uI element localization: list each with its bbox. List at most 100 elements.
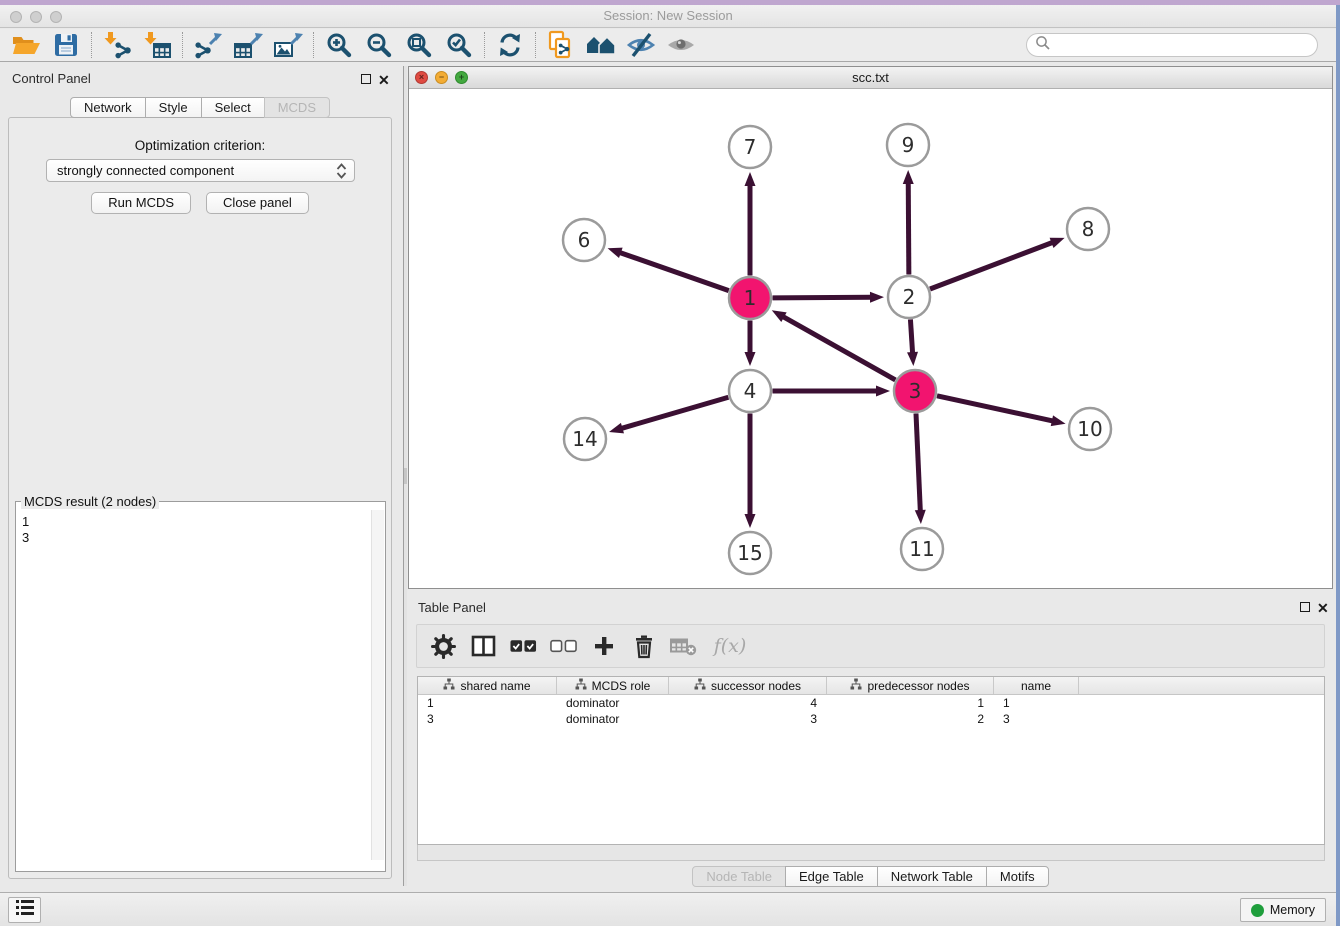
save-session-icon[interactable] [46,30,86,60]
table-cell[interactable]: 1 [418,695,557,711]
search-input[interactable] [1055,38,1305,53]
open-file-icon[interactable] [6,30,46,60]
task-history-button[interactable] [8,897,41,923]
criterion-value: strongly connected component [57,163,234,178]
tab-edge-table[interactable]: Edge Table [785,866,878,887]
run-mcds-button[interactable]: Run MCDS [91,192,191,214]
edge-2-9[interactable] [908,182,909,275]
panel-splitter[interactable] [403,66,407,886]
toolbar-separator [313,32,314,58]
network-canvas[interactable]: 1234678910111415 [409,90,1332,588]
export-image-icon[interactable] [268,30,308,60]
zoom-out-icon[interactable] [359,30,399,60]
tab-mcds[interactable]: MCDS [264,97,330,118]
toolbar-separator [535,32,536,58]
close-table-panel-icon[interactable]: ✕ [1317,601,1329,615]
zoom-in-icon[interactable] [319,30,359,60]
edge-2-3[interactable] [910,319,912,354]
table-cell[interactable]: dominator [557,711,669,727]
table-footer-strip [417,845,1325,861]
window-titlebar[interactable]: Session: New Session [0,5,1336,28]
edge-arrowhead-4-3 [876,386,890,397]
network-view-window: ×−+ scc.txt 1234678910111415 [408,66,1333,589]
float-table-panel-icon[interactable] [1300,602,1310,612]
column-header-name[interactable]: name [994,677,1079,694]
edge-arrowhead-1-2 [870,292,884,303]
tab-select[interactable]: Select [201,97,265,118]
tab-motifs[interactable]: Motifs [986,866,1049,887]
import-table-icon[interactable] [137,30,177,60]
hide-selected-icon[interactable] [621,30,661,60]
edge-2-8[interactable] [930,242,1053,289]
table-cell[interactable]: 1 [994,695,1079,711]
window-title: Session: New Session [0,8,1336,23]
mcds-result-box: MCDS result (2 nodes) 13 [15,494,386,872]
deselect-all-checkboxes-icon[interactable] [550,633,577,660]
close-panel-icon[interactable]: ✕ [378,73,390,87]
column-header-predecessor-nodes[interactable]: predecessor nodes [827,677,994,694]
split-columns-icon[interactable] [470,633,497,660]
zoom-selected-icon[interactable] [439,30,479,60]
minimize-network-window-icon[interactable]: − [435,71,448,84]
toolbar-separator [91,32,92,58]
export-table-icon[interactable] [228,30,268,60]
close-panel-button[interactable]: Close panel [206,192,309,214]
tab-style[interactable]: Style [145,97,202,118]
memory-button[interactable]: Memory [1240,898,1326,922]
close-network-window-icon[interactable]: × [415,71,428,84]
add-column-icon[interactable] [590,633,617,660]
edge-3-1[interactable] [782,316,895,380]
search-icon [1035,35,1050,55]
node-label-10: 10 [1077,417,1102,441]
toolbar-separator [484,32,485,58]
edge-3-10[interactable] [937,396,1054,421]
float-panel-icon[interactable] [361,74,371,84]
table-cell[interactable]: 4 [669,695,827,711]
import-network-icon[interactable] [97,30,137,60]
node-label-11: 11 [909,537,934,561]
column-header-shared-name[interactable]: shared name [418,677,557,694]
column-header-mcds-role[interactable]: MCDS role [557,677,669,694]
column-header-successor-nodes[interactable]: successor nodes [669,677,827,694]
zoom-fit-icon[interactable] [399,30,439,60]
edge-1-6[interactable] [619,252,729,290]
table-cell[interactable]: 1 [827,695,994,711]
table-cell[interactable]: 3 [418,711,557,727]
tree-sort-icon [694,678,706,693]
first-neighbors-icon[interactable] [581,30,621,60]
desktop-edge-right [1336,5,1340,926]
select-all-checkboxes-icon[interactable] [510,633,537,660]
node-label-6: 6 [578,228,591,252]
table-row[interactable]: 1dominator411 [418,695,1324,711]
search-field[interactable] [1026,33,1318,57]
new-network-from-selection-icon[interactable] [541,30,581,60]
network-window-titlebar[interactable]: ×−+ scc.txt [409,67,1332,89]
edge-4-14[interactable] [621,397,729,428]
tree-sort-icon [443,678,455,693]
table-cell[interactable]: dominator [557,695,669,711]
zoom-network-window-icon[interactable]: + [455,71,468,84]
export-network-icon[interactable] [188,30,228,60]
table-cell[interactable]: 2 [827,711,994,727]
table-panel-tabs: Node TableEdge TableNetwork TableMotifs [408,866,1333,887]
edge-1-2[interactable] [772,297,872,298]
show-all-icon[interactable] [661,30,701,60]
table-row[interactable]: 3dominator323 [418,711,1324,727]
tab-network-table[interactable]: Network Table [877,866,987,887]
result-scrollbar[interactable] [371,510,384,860]
edge-arrowhead-2-3 [907,352,918,366]
select-stepper-icon [336,163,347,185]
refresh-icon[interactable] [490,30,530,60]
tab-network[interactable]: Network [70,97,146,118]
table-cell[interactable]: 3 [994,711,1079,727]
column-header-label: MCDS role [592,679,651,693]
node-label-9: 9 [902,133,915,157]
table-header-row: shared name MCDS role successor nodes pr… [418,677,1324,695]
gear-icon[interactable] [430,633,457,660]
tab-node-table[interactable]: Node Table [692,866,786,887]
edge-3-11[interactable] [916,413,920,512]
table-cell[interactable]: 3 [669,711,827,727]
delete-column-icon[interactable] [630,633,657,660]
optimization-criterion-select[interactable]: strongly connected component [46,159,355,182]
function-builder-label: f(x) [714,635,747,657]
